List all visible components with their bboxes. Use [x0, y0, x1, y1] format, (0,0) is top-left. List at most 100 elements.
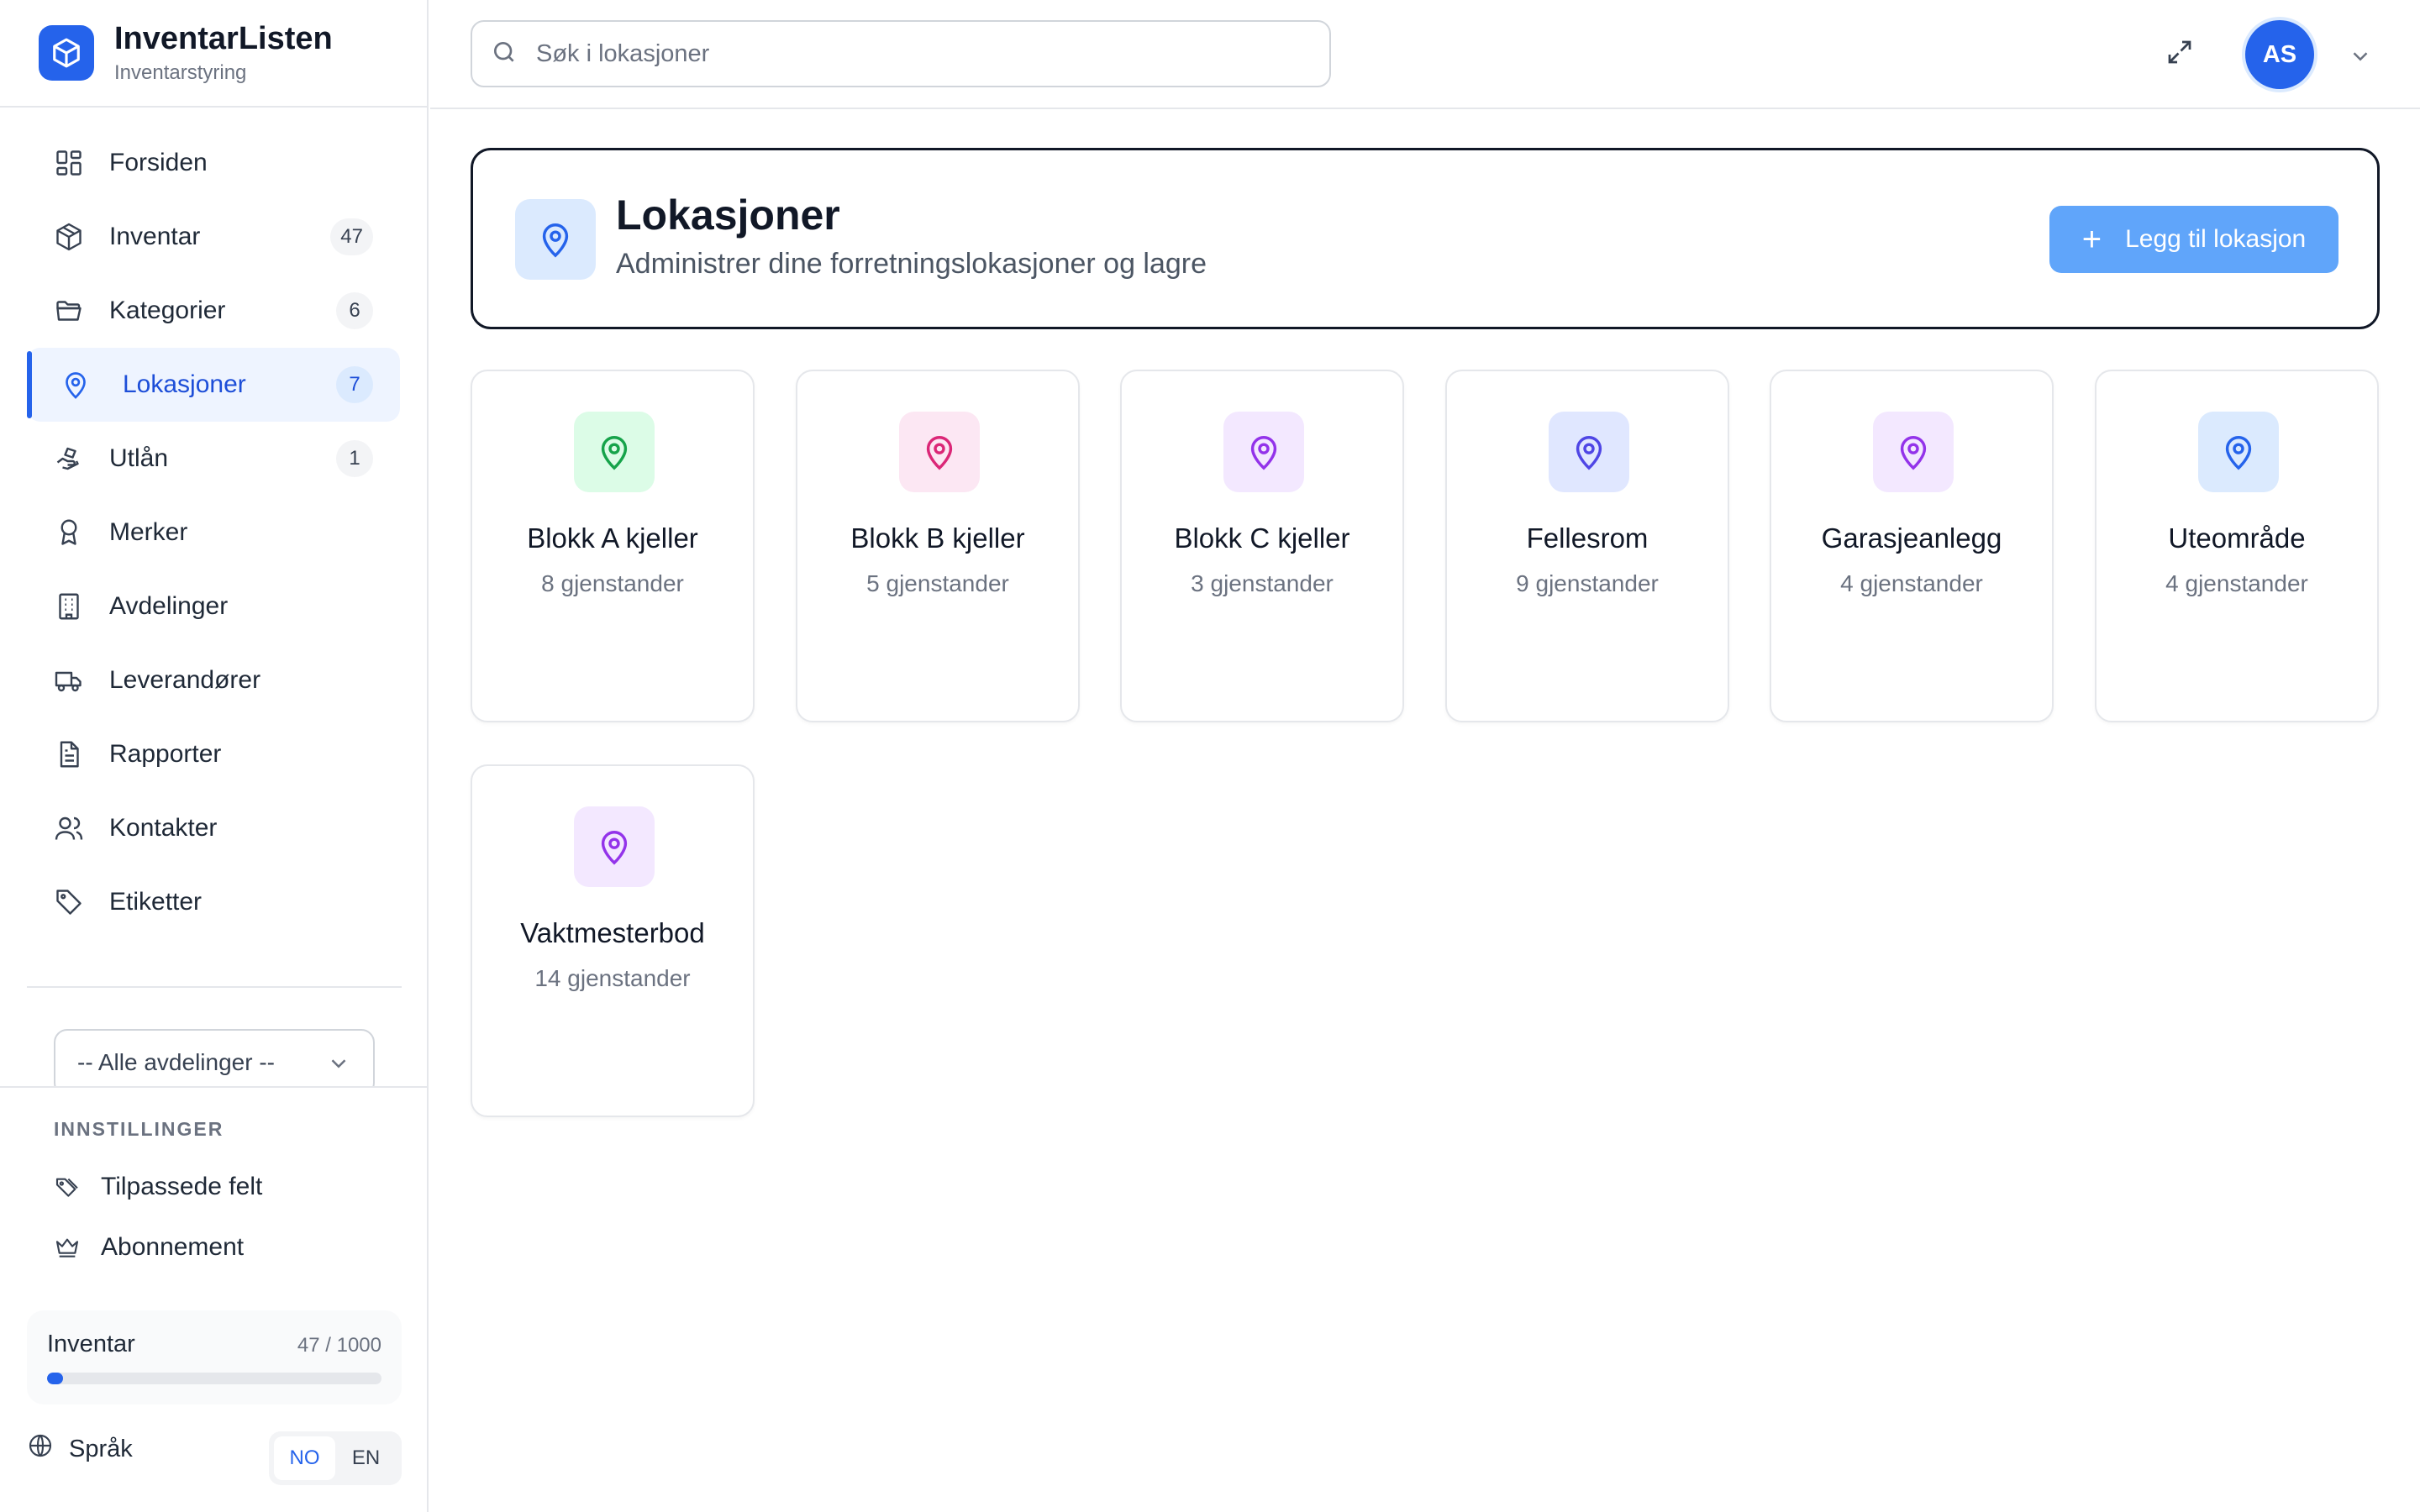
top-bar: AS [430, 0, 2420, 109]
location-count: 4 gjenstander [2165, 570, 2308, 596]
map-pin-icon [1549, 412, 1629, 492]
language-toggle: NO EN [269, 1431, 402, 1485]
file-text-icon [52, 738, 86, 771]
location-card[interactable]: Blokk A kjeller 8 gjenstander [471, 370, 755, 722]
inventory-usage: Inventar 47 / 1000 [27, 1310, 402, 1404]
sidebar-item-utlan[interactable]: Utlån 1 [27, 422, 400, 496]
fullscreen-icon[interactable] [2165, 37, 2195, 71]
map-pin-icon [574, 412, 655, 492]
sidebar-item-avdelinger[interactable]: Avdelinger [27, 570, 400, 643]
sidebar-item-etiketter[interactable]: Etiketter [27, 865, 400, 939]
sidebar-item-label: Lokasjoner [123, 370, 246, 398]
sidebar-item-label: Merker [109, 518, 188, 546]
settings-item-subscription[interactable]: Abonnement [52, 1232, 244, 1263]
settings-title: INNSTILLINGER [54, 1118, 224, 1140]
usage-progress-fill [47, 1373, 63, 1384]
search-icon [491, 39, 518, 70]
sidebar: InventarListen Inventarstyring Forsiden … [0, 0, 429, 1512]
sidebar-item-label: Avdelinger [109, 592, 229, 620]
users-icon [52, 811, 86, 845]
app: InventarListen Inventarstyring Forsiden … [0, 0, 2420, 1512]
search-box[interactable] [471, 20, 1331, 87]
sidebar-divider [27, 986, 402, 988]
count-badge: 1 [336, 440, 373, 477]
settings-item-label: Abonnement [101, 1233, 245, 1261]
location-card[interactable]: Vaktmesterbod 14 gjenstander [471, 764, 755, 1117]
sidebar-item-leverandorer[interactable]: Leverandører [27, 643, 400, 717]
add-location-label: Legg til lokasjon [2125, 225, 2307, 253]
box-icon [52, 220, 86, 254]
sidebar-item-label: Utlån [109, 444, 169, 472]
location-name: Uteområde [2168, 522, 2306, 554]
location-card[interactable]: Blokk C kjeller 3 gjenstander [1120, 370, 1404, 722]
department-select-value: -- Alle avdelinger -- [77, 1049, 275, 1075]
count-badge: 47 [330, 218, 373, 255]
sidebar-item-label: Kategorier [109, 297, 226, 324]
plus-icon: + [2081, 221, 2102, 258]
search-input[interactable] [536, 39, 1292, 68]
settings-item-label: Tilpassede felt [101, 1173, 263, 1200]
location-card[interactable]: Fellesrom 9 gjenstander [1445, 370, 1729, 722]
map-pin-icon [59, 368, 92, 402]
hand-icon [52, 442, 86, 475]
sidebar-item-label: Kontakter [109, 814, 218, 842]
page-header: Lokasjoner Administrer dine forretningsl… [471, 148, 2380, 329]
sidebar-item-inventar[interactable]: Inventar 47 [27, 200, 400, 274]
page-title: Lokasjoner [616, 192, 840, 239]
sidebar-item-kategorier[interactable]: Kategorier 6 [27, 274, 400, 348]
award-icon [52, 516, 86, 549]
usage-label: Inventar [47, 1331, 135, 1357]
location-count: 3 gjenstander [1191, 570, 1334, 596]
sidebar-item-merker[interactable]: Merker [27, 496, 400, 570]
location-name: Garasjeanlegg [1821, 522, 2002, 554]
language-label: Språk [69, 1435, 133, 1462]
location-card[interactable]: Uteområde 4 gjenstander [2095, 370, 2379, 722]
count-badge: 6 [336, 292, 373, 329]
map-pin-icon [515, 199, 596, 280]
location-count: 14 gjenstander [534, 965, 691, 991]
location-name: Vaktmesterbod [520, 917, 705, 948]
sidebar-item-forsiden[interactable]: Forsiden [27, 126, 400, 200]
location-card[interactable]: Garasjeanlegg 4 gjenstander [1770, 370, 2054, 722]
chevron-down-icon[interactable] [2348, 44, 2373, 73]
map-pin-icon [574, 806, 655, 887]
sidebar-item-label: Inventar [109, 223, 201, 250]
location-name: Blokk B kjeller [850, 522, 1025, 554]
building-icon [52, 590, 86, 623]
location-name: Fellesrom [1526, 522, 1649, 554]
sidebar-item-rapporter[interactable]: Rapporter [27, 717, 400, 791]
sidebar-nav: Forsiden Inventar 47 Kategorier 6 Lokasj… [0, 108, 427, 939]
map-pin-icon [1873, 412, 1954, 492]
sidebar-item-kontakter[interactable]: Kontakter [27, 791, 400, 865]
usage-progress-bar [47, 1373, 381, 1384]
tag-icon [52, 885, 86, 919]
brand-subtitle: Inventarstyring [114, 61, 247, 84]
page-subtitle: Administrer dine forretningslokasjoner o… [616, 248, 1207, 280]
folder-icon [52, 294, 86, 328]
location-count: 9 gjenstander [1516, 570, 1659, 596]
location-card[interactable]: Blokk B kjeller 5 gjenstander [796, 370, 1080, 722]
add-location-button[interactable]: + Legg til lokasjon [2049, 206, 2338, 273]
map-pin-icon [1223, 412, 1304, 492]
cube-logo-icon [39, 25, 94, 81]
globe-icon [27, 1432, 54, 1466]
language-option-no[interactable]: NO [274, 1436, 335, 1480]
sidebar-item-lokasjoner[interactable]: Lokasjoner 7 [27, 348, 400, 422]
crown-icon [52, 1232, 82, 1263]
sidebar-item-label: Etiketter [109, 888, 203, 916]
location-name: Blokk A kjeller [527, 522, 698, 554]
location-count: 5 gjenstander [866, 570, 1009, 596]
count-badge: 7 [336, 366, 373, 403]
usage-count: 47 / 1000 [297, 1334, 381, 1357]
settings-item-custom-fields[interactable]: Tilpassede felt [52, 1172, 262, 1202]
language-label-row: Språk [27, 1432, 133, 1466]
sidebar-item-label: Leverandører [109, 666, 261, 694]
location-count: 4 gjenstander [1840, 570, 1983, 596]
sidebar-item-label: Forsiden [109, 149, 208, 176]
avatar[interactable]: AS [2245, 20, 2314, 89]
map-pin-icon [899, 412, 980, 492]
brand[interactable]: InventarListen Inventarstyring [0, 0, 427, 108]
language-option-en[interactable]: EN [335, 1436, 397, 1480]
brand-title: InventarListen [114, 21, 333, 56]
map-pin-icon [2198, 412, 2279, 492]
